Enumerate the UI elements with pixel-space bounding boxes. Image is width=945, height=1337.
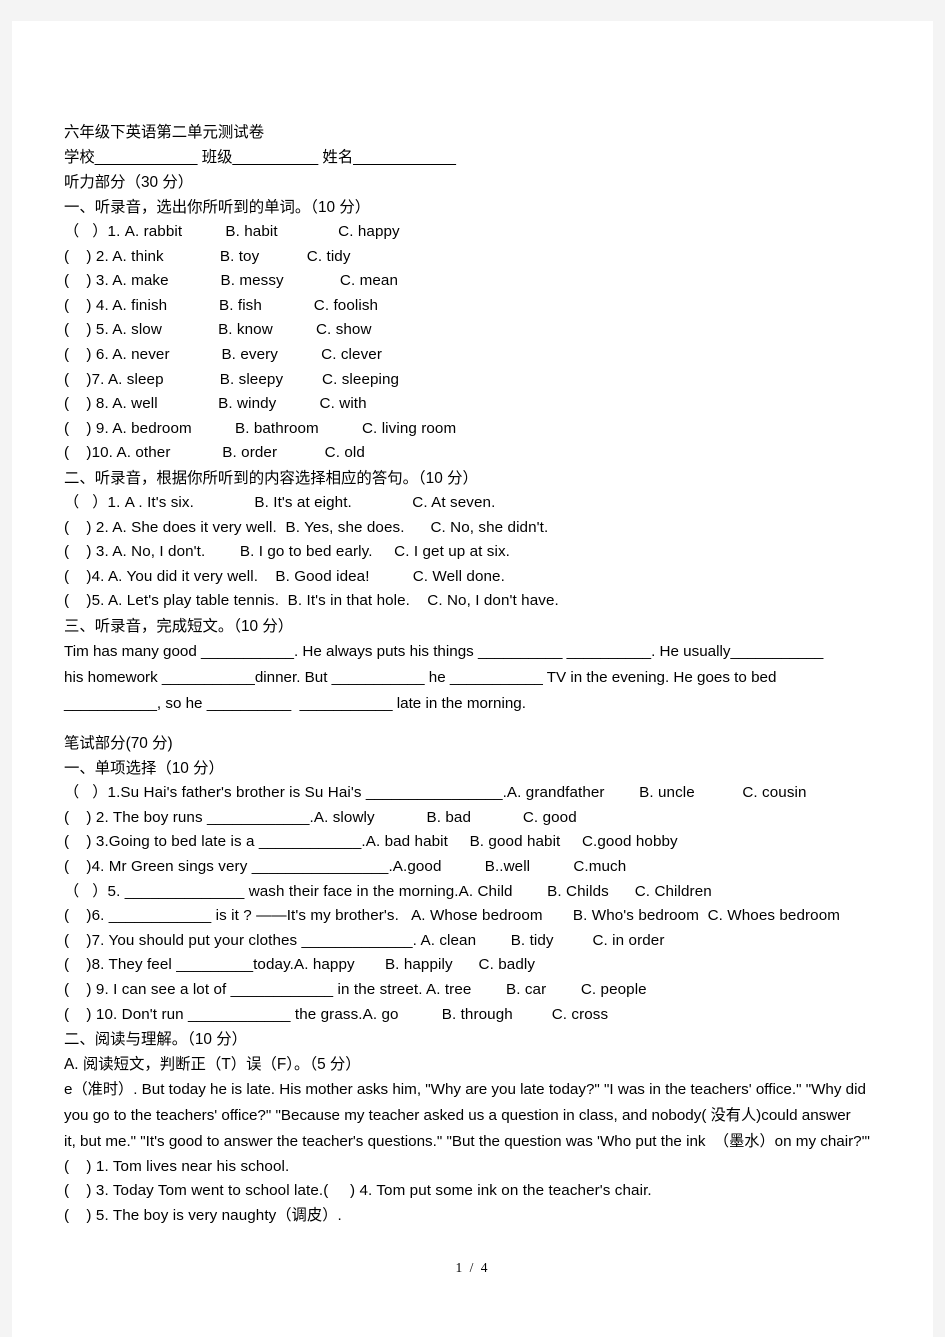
- list-item[interactable]: ( ) 2. A. She does it very well. B. Yes,…: [64, 516, 932, 541]
- reading-passage-line: it, but me." "It's good to answer the te…: [64, 1132, 870, 1150]
- list-item[interactable]: ( )8. They feel _________today.A. happy …: [64, 953, 932, 978]
- list-item[interactable]: ( ) 1. Tom lives near his school.: [64, 1155, 932, 1180]
- cloze-passage-line[interactable]: Tim has many good ___________. He always…: [64, 639, 932, 665]
- listening-part1-heading: 一、听录音，选出你所听到的单词。（10 分）: [64, 199, 371, 216]
- list-item[interactable]: ( )4. A. You did it very well. B. Good i…: [64, 565, 932, 590]
- list-item[interactable]: （ ）1.Su Hai's father's brother is Su Hai…: [64, 781, 932, 806]
- page-title: 六年级下英语第二单元测试卷: [64, 124, 265, 141]
- cloze-passage-line[interactable]: ___________, so he __________ __________…: [64, 691, 932, 717]
- page-number-footer: 1 / 4: [455, 1260, 490, 1275]
- listening-part3-heading: 三、听录音，完成短文。（10 分）: [64, 617, 294, 635]
- list-item[interactable]: ( ) 3. A. make B. messy C. mean: [64, 269, 932, 294]
- list-item[interactable]: ( )7. You should put your clothes ______…: [64, 929, 932, 954]
- list-item[interactable]: ( ) 6. A. never B. every C. clever: [64, 343, 932, 368]
- list-item[interactable]: （ ）1. A. rabbit B. habit C. happy: [64, 220, 932, 245]
- exam-paper-page: 六年级下英语第二单元测试卷 学校____________ 班级_________…: [12, 21, 933, 1337]
- list-item[interactable]: ( ) 3. Today Tom went to school late.( )…: [64, 1179, 932, 1204]
- list-item[interactable]: （ ）1. A . It's six. B. It's at eight. C.…: [64, 491, 932, 516]
- student-info-line: 学校____________ 班级__________ 姓名__________…: [64, 149, 456, 166]
- cloze-passage-line[interactable]: his homework ___________dinner. But ____…: [64, 665, 932, 691]
- written-section-header: 笔试部分(70 分): [64, 735, 173, 753]
- list-item[interactable]: ( )4. Mr Green sings very ______________…: [64, 855, 932, 880]
- list-item[interactable]: ( ) 8. A. well B. windy C. with: [64, 392, 932, 417]
- list-item[interactable]: ( ) 5. The boy is very naughty（调皮）.: [64, 1204, 932, 1229]
- list-item[interactable]: ( ) 9. A. bedroom B. bathroom C. living …: [64, 417, 932, 442]
- list-item[interactable]: （ ）5. ______________ wash their face in …: [64, 880, 932, 905]
- list-item[interactable]: ( ) 3. A. No, I don't. B. I go to bed ea…: [64, 540, 932, 565]
- list-item[interactable]: ( ) 2. The boy runs ____________.A. slow…: [64, 806, 932, 831]
- written-part1-heading: 一、单项选择（10 分）: [64, 760, 224, 778]
- list-item[interactable]: ( ) 5. A. slow B. know C. show: [64, 318, 932, 343]
- list-item[interactable]: ( )7. A. sleep B. sleepy C. sleeping: [64, 368, 932, 393]
- page-top-margin-strip: [0, 0, 945, 21]
- list-item[interactable]: ( ) 4. A. finish B. fish C. foolish: [64, 294, 932, 319]
- list-item[interactable]: ( ) 10. Don't run ____________ the grass…: [64, 1003, 932, 1028]
- listening-part2-heading: 二、听录音，根据你所听到的内容选择相应的答句。（10 分）: [64, 469, 478, 487]
- list-item[interactable]: ( ) 9. I can see a lot of ____________ i…: [64, 978, 932, 1003]
- reading-task-subheading: A. 阅读短文，判断正（T）误（F）。（5 分）: [64, 1056, 361, 1074]
- listening-section-header: 听力部分（30 分）: [64, 174, 194, 191]
- list-item[interactable]: ( ) 3.Going to bed late is a ___________…: [64, 830, 932, 855]
- reading-passage-line: you go to the teachers' office?" "Becaus…: [64, 1107, 851, 1125]
- reading-passage-line: e（准时）. But today he is late. His mother …: [64, 1081, 866, 1099]
- list-item[interactable]: ( )6. ____________ is it ? ——It's my bro…: [64, 904, 932, 929]
- list-item[interactable]: ( )5. A. Let's play table tennis. B. It'…: [64, 589, 932, 614]
- list-item[interactable]: ( ) 2. A. think B. toy C. tidy: [64, 245, 932, 270]
- list-item[interactable]: ( )10. A. other B. order C. old: [64, 441, 932, 466]
- reading-section-heading: 二、阅读与理解。（10 分）: [64, 1031, 247, 1049]
- page-content: 六年级下英语第二单元测试卷 学校____________ 班级_________…: [64, 120, 932, 1228]
